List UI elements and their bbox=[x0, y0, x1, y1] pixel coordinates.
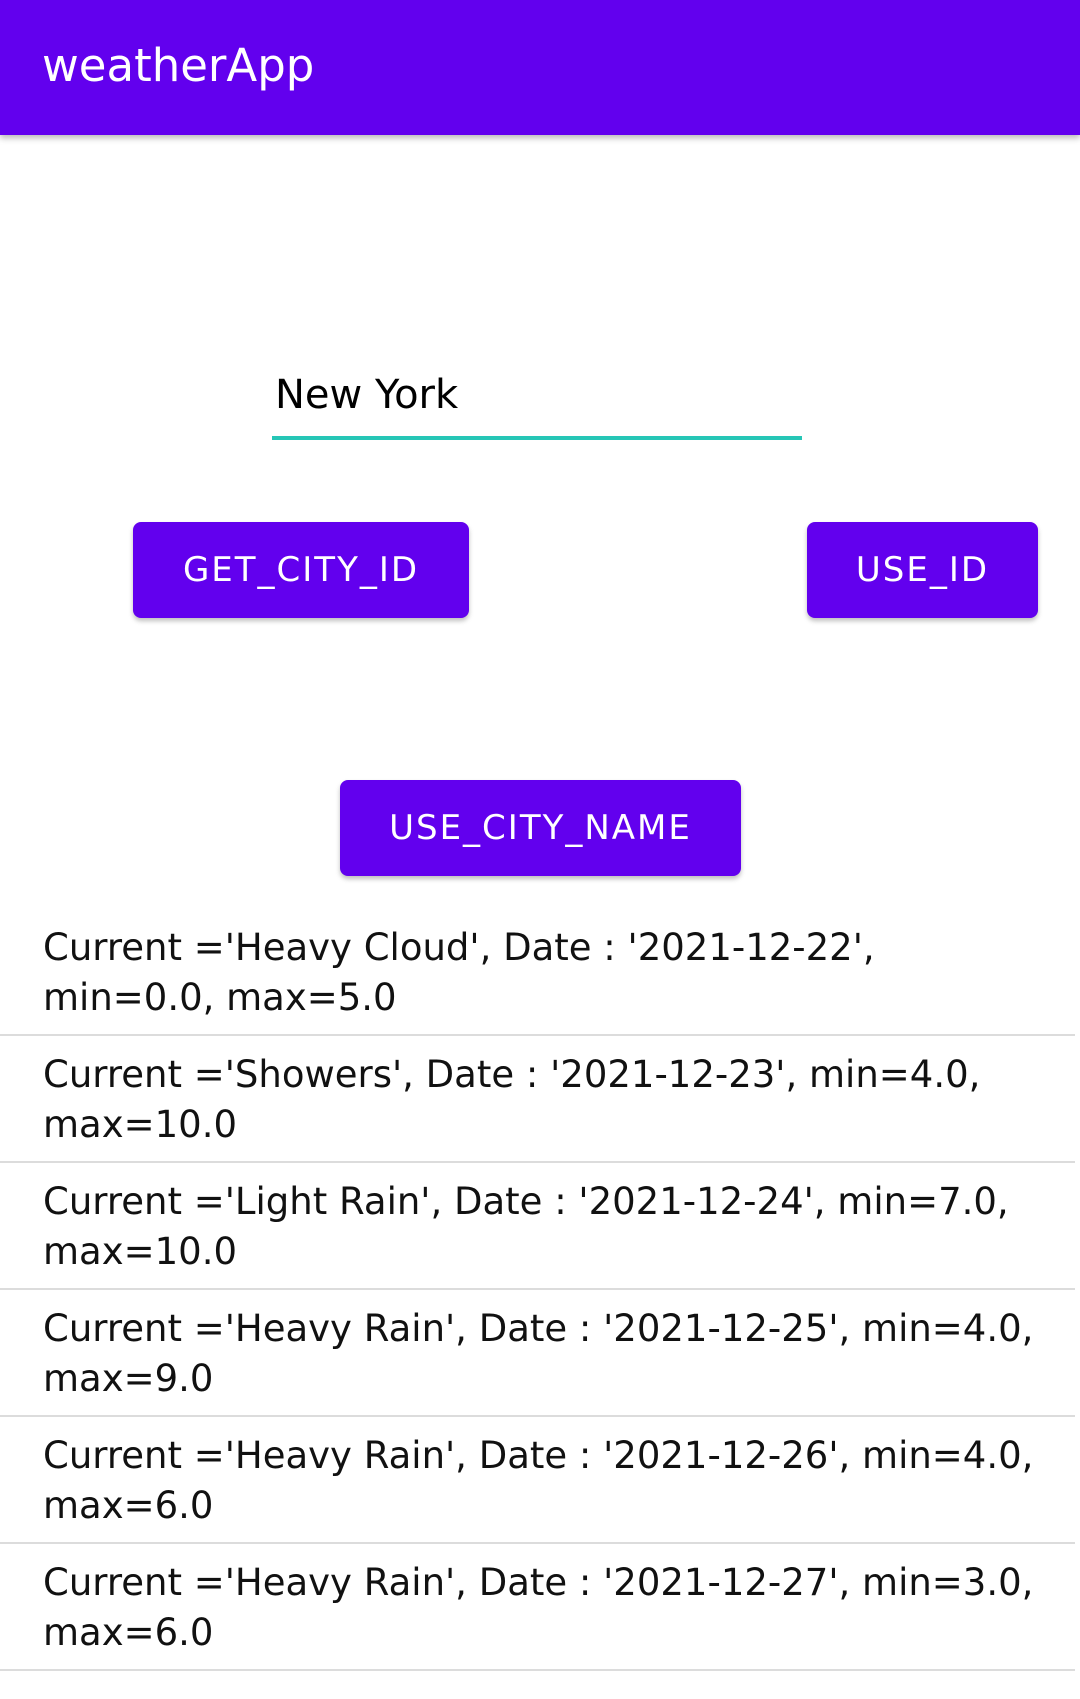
forecast-item[interactable]: Current ='Light Rain', Date : '2021-12-2… bbox=[0, 1163, 1075, 1290]
get-city-id-button[interactable]: GET_CITY_ID bbox=[133, 522, 469, 618]
forecast-item[interactable]: Current ='Showers', Date : '2021-12-23',… bbox=[0, 1036, 1075, 1163]
use-id-button[interactable]: USE_ID bbox=[807, 522, 1038, 618]
forecast-item[interactable]: Current ='Heavy Rain', Date : '2021-12-2… bbox=[0, 1290, 1075, 1417]
app-title: weatherApp bbox=[42, 39, 315, 92]
forecast-item[interactable]: Current ='Heavy Rain', Date : '2021-12-2… bbox=[0, 1544, 1075, 1671]
forecast-item[interactable]: Current ='Heavy Rain', Date : '2021-12-2… bbox=[0, 1417, 1075, 1544]
city-input[interactable] bbox=[272, 360, 802, 440]
use-city-name-button[interactable]: USE_CITY_NAME bbox=[340, 780, 741, 876]
forecast-list[interactable]: Current ='Heavy Cloud', Date : '2021-12-… bbox=[0, 909, 1075, 1671]
forecast-item[interactable]: Current ='Heavy Cloud', Date : '2021-12-… bbox=[0, 909, 1075, 1036]
app-bar: weatherApp bbox=[0, 0, 1080, 135]
